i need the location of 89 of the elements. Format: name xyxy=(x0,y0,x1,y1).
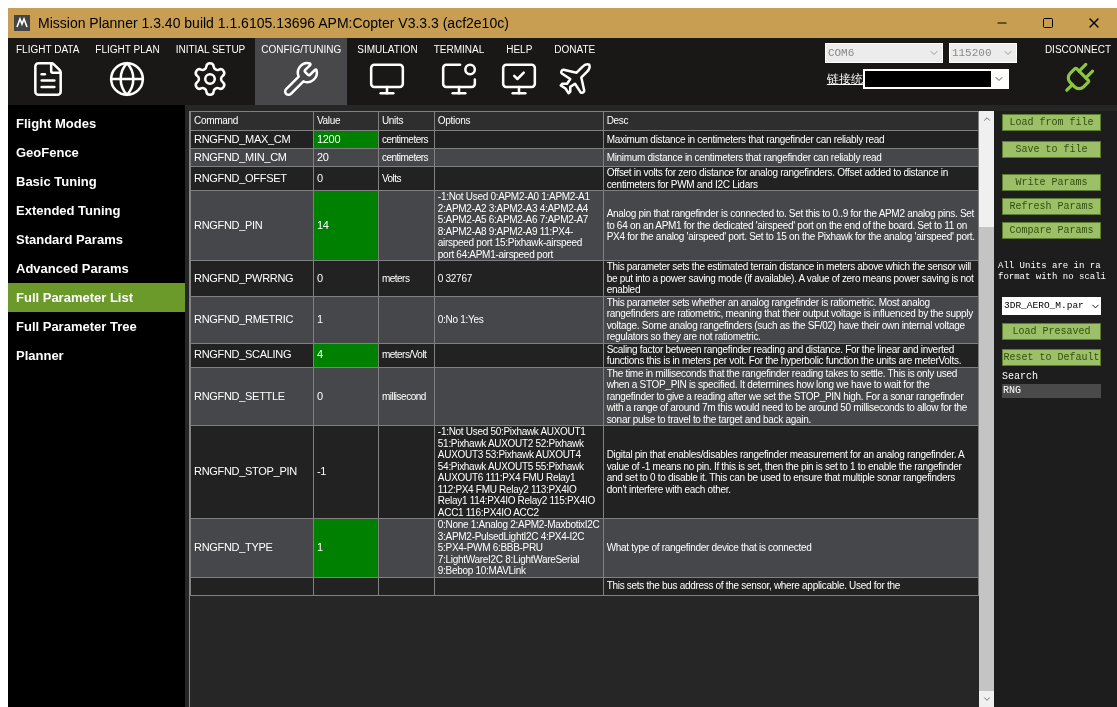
table-cell-text: 0 32767 xyxy=(437,272,473,284)
table-cell: RNGFND_OFFSET xyxy=(194,171,287,184)
toolbar-tab[interactable]: DONATE xyxy=(548,38,602,105)
panel-button[interactable]: Load Presaved xyxy=(1002,323,1101,340)
column-header[interactable]: Desc xyxy=(603,111,979,131)
table-cell: RNGFND_SETTLE xyxy=(194,389,285,402)
table-cell-text: Scaling factor between rangefinder reading and distance. For the linear and inverted functions this is in meters per volt. For the hyperbolic function the units are meterVolts. xyxy=(606,343,963,367)
units-note: All Units are in ra format with no scali xyxy=(998,261,1108,283)
column-header[interactable]: Options xyxy=(434,111,604,131)
table-cell: 4 xyxy=(316,348,323,361)
table-cell: 0 xyxy=(316,389,323,402)
table-cell: 1 xyxy=(316,541,323,553)
table-cell-text: What type of rangefinder device that is connected xyxy=(606,542,813,554)
table-cell-text: The time in milliseconds that the rangefinder reading takes to settle. This is only used when a STOP_PIN is specified. It determines how long we have to wait for the rangefinder to give a reading after we set the STOP_PIN high. For a sonar rangefinder with a range of around 7m this would need to be around 50 milliseconds to allow for the sonar pulse to travel to the target and back again. xyxy=(606,367,968,425)
toolbar-tab[interactable]: FLIGHT PLAN xyxy=(89,38,166,105)
table-cell-text: Minimum distance in centimeters that rangefinder can reliably read xyxy=(606,151,883,164)
link-stats-link[interactable]: 链接统 xyxy=(826,70,863,88)
table-cell-text: This parameter sets whether an analog rangefinder is ratiometric. Most analog rangefinders are ratiometric, meaning that their output voltage is influenced by the supply voltage. Some analog rangefinders (such as the SF/02) have their own internal voltage regulators so they are not ratiometric. xyxy=(606,296,974,343)
table-cell: 0 xyxy=(316,171,323,184)
scroll-up-icon xyxy=(981,114,992,124)
table-cell-text: Digital pin that enables/disables rangefinder measurement for an analog rangefinder. A value of -1 means no pin. If this is set, then the pin is set to 1 to enable the rangefinder and set to 0 to disable it. This can be used to ensure that multiple sonar rangefinders don't interfere with each other. xyxy=(606,449,966,495)
table-cell: This parameter sets the estimated terrain distance in meters above which the sensor will be put into a power saving mode (if available). A value of zero means power saving is not enabled xyxy=(606,261,975,296)
monitor-icon xyxy=(439,60,478,98)
globe-icon xyxy=(108,60,147,98)
table-cell: 1 xyxy=(316,312,323,325)
table-cell: meters/Volt xyxy=(381,349,427,361)
column-header[interactable]: Units xyxy=(378,111,435,131)
sidebar-item[interactable]: GeoFence xyxy=(8,138,185,167)
app-logo-icon xyxy=(14,15,30,31)
panel-button[interactable]: Save to file xyxy=(1002,141,1101,158)
table-cell: 20 xyxy=(316,150,329,163)
monitor-icon xyxy=(500,60,539,98)
table-cell-text: -1:Not Used 50:Pixhawk AUXOUT1 51:Pixhawk AUXOUT2 52:Pixhawk AUXOUT3 53:Pixhawk AUXOUT4 54:Pixhawk AUXOUT5 55:Pixhawk AUXOUT6 111:PX4 FMU Relay1 112:PX4 FMU Relay2 113:PX4IO Relay1 114:PX4IO Relay2 115:PX4IO ACC1 116:PX4IO ACC2 xyxy=(437,426,596,518)
sidebar-item[interactable]: Basic Tuning xyxy=(8,167,185,196)
panel-button[interactable]: Reset to Default xyxy=(1002,349,1101,366)
window-title: Mission Planner 1.3.40 build 1.1.6105.13696 APM:Copter V3.3.3 (acf2e10c) xyxy=(38,13,509,33)
toolbar-tab[interactable]: CONFIG/TUNING xyxy=(255,38,348,105)
toolbar-tab[interactable]: FLIGHT DATA xyxy=(10,38,86,105)
table-cell: centimeters xyxy=(381,133,429,145)
table-cell: RNGFND_STOP_PIN xyxy=(194,465,297,478)
table-cell: RNGFND_TYPE xyxy=(194,541,273,553)
column-header[interactable]: Command xyxy=(190,111,314,131)
table-cell: centimeters xyxy=(381,151,429,163)
disconnect-button[interactable]: DISCONNECT xyxy=(1044,38,1117,105)
sidebar-item[interactable]: Flight Modes xyxy=(8,109,185,138)
toolbar-tab[interactable]: INITIAL SETUP xyxy=(169,38,252,105)
search-label: Search xyxy=(1002,370,1039,384)
table-cell-text: This sets the bus address of the sensor, where applicable. Used for the xyxy=(606,580,901,592)
table-cell: 1200 xyxy=(316,132,341,145)
panel-button[interactable]: Load from file xyxy=(1002,114,1101,131)
toolbar-tab[interactable]: SIMULATION xyxy=(351,38,424,105)
sidebar-item[interactable]: Advanced Params xyxy=(8,254,185,283)
sidebar-item[interactable]: Standard Params xyxy=(8,225,185,254)
scroll-down-icon xyxy=(981,694,992,704)
sidebar-item[interactable]: Full Parameter Tree xyxy=(8,312,185,341)
column-header[interactable]: Value xyxy=(313,111,379,131)
table-cell: RNGFND_MIN_CM xyxy=(194,150,287,163)
table-cell: 0 xyxy=(316,271,323,284)
sidebar-item[interactable]: Planner xyxy=(8,341,185,370)
connection-select[interactable] xyxy=(862,69,1009,89)
wrench-icon xyxy=(282,60,321,98)
table-cell: 14 xyxy=(316,218,329,231)
table-cell: millisecond xyxy=(381,390,426,402)
panel-button[interactable]: Compare Params xyxy=(1002,222,1101,239)
table-cell: meters xyxy=(381,272,410,284)
toolbar-tab[interactable]: TERMINAL xyxy=(427,38,491,105)
table-cell: Volts xyxy=(381,172,402,184)
table-cell: -1 xyxy=(316,465,327,478)
panel-button[interactable]: Refresh Params xyxy=(1002,198,1101,215)
monitor-icon xyxy=(368,60,407,98)
table-cell-text: Offset in volts for zero distance for analog rangefinders. Offset added to distance in centimeters for PWM and I2C Lidars xyxy=(606,167,949,190)
search-field[interactable]: RNG xyxy=(1002,384,1101,398)
table-cell: 0:None 1:Analog 2:APM2-MaxbotixI2C 3:APM2-PulsedLightI2C 4:PX4-I2C 5:PX4-PWM 6:BBB-PRU 7:LightWareI2C 8:LightWareSerial 9:Bebop 10:MAVLink xyxy=(437,519,600,577)
table-cell-text: 0:No 1:Yes xyxy=(437,313,485,326)
toolbar-tab[interactable]: HELP xyxy=(494,38,545,105)
sidebar-item[interactable]: Extended Tuning xyxy=(8,196,185,225)
table-cell: RNGFND_SCALING xyxy=(194,348,292,361)
table-cell: RNGFND_PWRRNG xyxy=(194,271,294,284)
preset-select[interactable]: 3DR_AERO_M.par xyxy=(1002,297,1101,315)
maximize-icon xyxy=(1042,17,1054,29)
scrollbar[interactable] xyxy=(979,111,994,707)
scrollbar-thumb[interactable] xyxy=(979,127,994,227)
table-cell-text: Maximum distance in centimeters that rangefinder can reliably read xyxy=(606,133,886,146)
table-cell: RNGFND_MAX_CM xyxy=(194,132,291,145)
table-cell: RNGFND_PIN xyxy=(194,218,263,231)
table-cell-text: -1:Not Used 0:APM2-A0 1:APM2-A1 2:APM2-A2 3:APM2-A3 4:APM2-A4 5:APM2-A5 6:APM2-A6 7:APM2-A7 8:APM2-A8 9:APM2-A9 11:PX4-airspeed port 15:Pixhawk-airspeed port 64:APM1-airspeed port xyxy=(437,191,591,260)
table-cell: Analog pin that rangefinder is connected to. Set this to 0..9 for the APM2 analog pins. Set to 64 on an APM1 for the dedicated 'airspeed' port on the end of the board. Set to 11 on PX4 for the analog 'airspeed' port. Set to 15 on the Pixhawk for the analog 'airspeed' port. xyxy=(606,208,975,243)
panel-button[interactable]: Write Params xyxy=(1002,174,1101,191)
table-cell: RNGFND_RMETRIC xyxy=(194,312,294,325)
